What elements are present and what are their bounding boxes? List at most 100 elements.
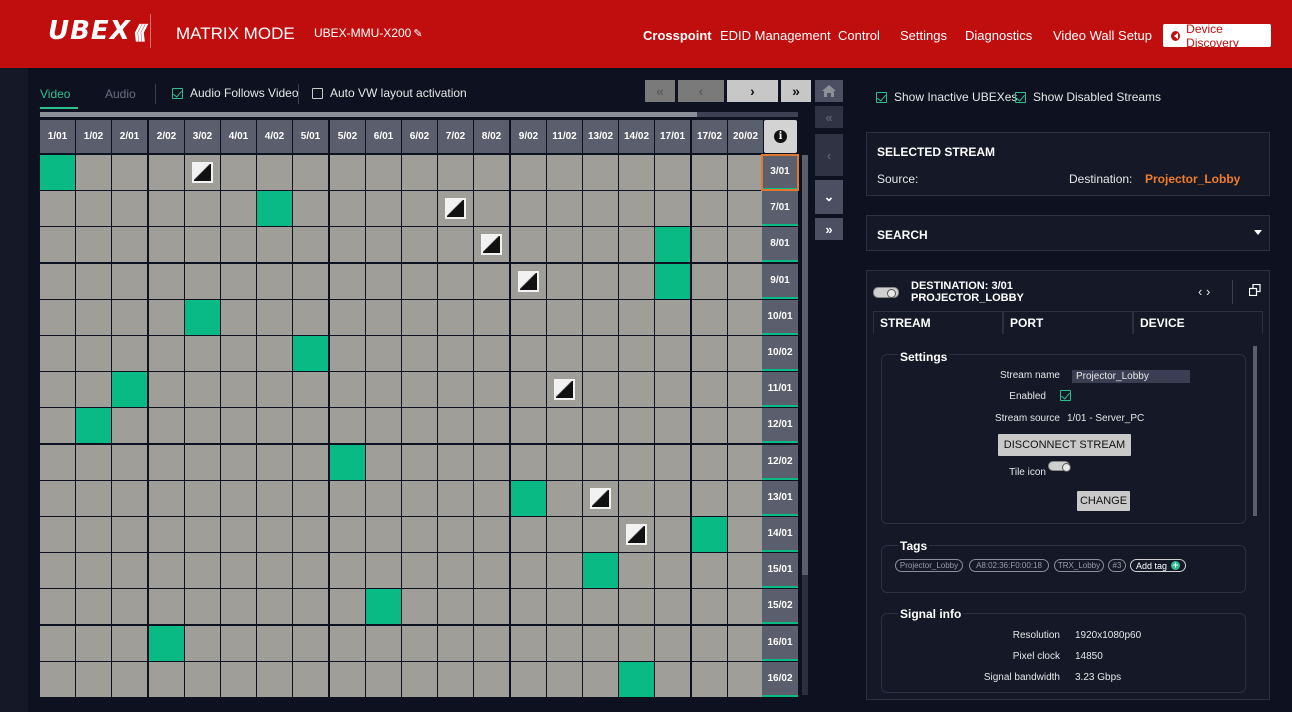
crosspoint-cell[interactable]	[112, 155, 147, 190]
row-header[interactable]: 7/01	[762, 191, 798, 226]
crosspoint-cell[interactable]	[185, 191, 220, 226]
crosspoint-cell[interactable]	[76, 481, 111, 516]
tab-video[interactable]: Video	[40, 87, 78, 109]
crosspoint-cell[interactable]	[583, 517, 618, 552]
crosspoint-cell[interactable]	[221, 553, 256, 588]
row-header[interactable]: 10/01	[762, 300, 798, 335]
column-header[interactable]: 8/02	[474, 120, 509, 153]
crosspoint-cell[interactable]	[438, 517, 473, 552]
crosspoint-cell[interactable]	[583, 662, 618, 697]
crosspoint-cell-connected[interactable]	[692, 517, 727, 552]
crosspoint-cell[interactable]	[692, 336, 727, 371]
crosspoint-cell[interactable]	[366, 372, 401, 407]
crosspoint-cell[interactable]	[221, 264, 256, 299]
search-title[interactable]: SEARCH	[877, 228, 928, 242]
crosspoint-cell[interactable]	[619, 300, 654, 335]
column-header[interactable]: 20/02	[728, 120, 763, 153]
column-header[interactable]: 17/02	[692, 120, 727, 153]
crosspoint-cell[interactable]	[511, 336, 546, 371]
crosspoint-cell[interactable]	[40, 662, 75, 697]
scroll-down-button[interactable]: ⌄	[815, 180, 843, 214]
crosspoint-cell[interactable]	[366, 227, 401, 262]
nav-crosspoint[interactable]: Crosspoint	[643, 28, 712, 43]
crosspoint-cell-connected[interactable]	[293, 336, 328, 371]
crosspoint-cell[interactable]	[185, 264, 220, 299]
crosspoint-cell[interactable]	[76, 155, 111, 190]
scrollbar-thumb[interactable]	[40, 112, 697, 117]
crosspoint-cell[interactable]	[402, 300, 437, 335]
crosspoint-cell[interactable]	[728, 662, 763, 697]
crosspoint-cell[interactable]	[221, 626, 256, 661]
crosspoint-cell[interactable]	[619, 155, 654, 190]
crosspoint-cell[interactable]	[655, 155, 690, 190]
crosspoint-cell[interactable]	[583, 408, 618, 443]
row-header[interactable]: 16/02	[762, 662, 798, 697]
crosspoint-cell[interactable]	[185, 553, 220, 588]
crosspoint-cell[interactable]	[511, 553, 546, 588]
crosspoint-cell[interactable]	[149, 264, 184, 299]
crosspoint-cell-connected[interactable]	[112, 372, 147, 407]
crosspoint-cell[interactable]	[330, 626, 365, 661]
column-header[interactable]: 6/01	[366, 120, 401, 153]
crosspoint-cell[interactable]	[547, 662, 582, 697]
crosspoint-cell[interactable]	[40, 264, 75, 299]
crosspoint-cell[interactable]	[330, 408, 365, 443]
tag-chip[interactable]: TRX_Lobby	[1054, 559, 1104, 572]
crosspoint-cell[interactable]	[619, 626, 654, 661]
crosspoint-cell[interactable]	[474, 408, 509, 443]
crosspoint-cell[interactable]	[330, 336, 365, 371]
row-header[interactable]: 16/01	[762, 626, 798, 661]
crosspoint-cell[interactable]	[547, 227, 582, 262]
crosspoint-cell[interactable]	[293, 264, 328, 299]
crosspoint-cell[interactable]	[40, 626, 75, 661]
crosspoint-cell[interactable]	[692, 589, 727, 624]
crosspoint-cell[interactable]	[366, 662, 401, 697]
crosspoint-cell-same-device[interactable]	[511, 264, 546, 299]
crosspoint-cell[interactable]	[330, 589, 365, 624]
crosspoint-cell[interactable]	[149, 662, 184, 697]
column-header[interactable]: 14/02	[619, 120, 654, 153]
crosspoint-cell[interactable]	[655, 336, 690, 371]
crosspoint-cell[interactable]	[438, 372, 473, 407]
row-header[interactable]: 15/01	[762, 553, 798, 588]
crosspoint-cell[interactable]	[511, 408, 546, 443]
crosspoint-cell[interactable]	[330, 553, 365, 588]
pop-out-icon[interactable]	[1249, 284, 1261, 296]
row-header[interactable]: 9/01	[762, 264, 798, 299]
crosspoint-cell-connected[interactable]	[149, 626, 184, 661]
crosspoint-cell[interactable]	[330, 372, 365, 407]
crosspoint-cell[interactable]	[293, 300, 328, 335]
crosspoint-cell[interactable]	[547, 191, 582, 226]
crosspoint-cell[interactable]	[728, 553, 763, 588]
crosspoint-cell[interactable]	[547, 408, 582, 443]
crosspoint-cell[interactable]	[438, 155, 473, 190]
last-page-button[interactable]: »	[781, 80, 811, 102]
crosspoint-cell[interactable]	[76, 191, 111, 226]
crosspoint-cell[interactable]	[221, 662, 256, 697]
crosspoint-cell[interactable]	[438, 336, 473, 371]
crosspoint-cell[interactable]	[112, 191, 147, 226]
crosspoint-cell[interactable]	[149, 372, 184, 407]
crosspoint-cell[interactable]	[692, 155, 727, 190]
crosspoint-cell[interactable]	[619, 191, 654, 226]
crosspoint-cell[interactable]	[40, 445, 75, 480]
row-header[interactable]: 14/01	[762, 517, 798, 552]
crosspoint-cell[interactable]	[112, 445, 147, 480]
crosspoint-cell-same-device[interactable]	[547, 372, 582, 407]
crosspoint-cell[interactable]	[257, 445, 292, 480]
crosspoint-cell[interactable]	[402, 553, 437, 588]
crosspoint-cell[interactable]	[402, 372, 437, 407]
crosspoint-cell[interactable]	[728, 517, 763, 552]
row-header[interactable]: 8/01	[762, 227, 798, 262]
crosspoint-cell-connected[interactable]	[366, 589, 401, 624]
crosspoint-cell[interactable]	[619, 408, 654, 443]
auto-vw-layout-checkbox[interactable]: Auto VW layout activation	[312, 86, 467, 100]
crosspoint-cell[interactable]	[438, 300, 473, 335]
crosspoint-cell[interactable]	[221, 408, 256, 443]
crosspoint-cell[interactable]	[402, 481, 437, 516]
crosspoint-cell[interactable]	[76, 445, 111, 480]
crosspoint-cell[interactable]	[257, 517, 292, 552]
crosspoint-cell[interactable]	[293, 589, 328, 624]
nav-video-wall-setup[interactable]: Video Wall Setup	[1053, 28, 1152, 43]
crosspoint-cell[interactable]	[511, 517, 546, 552]
